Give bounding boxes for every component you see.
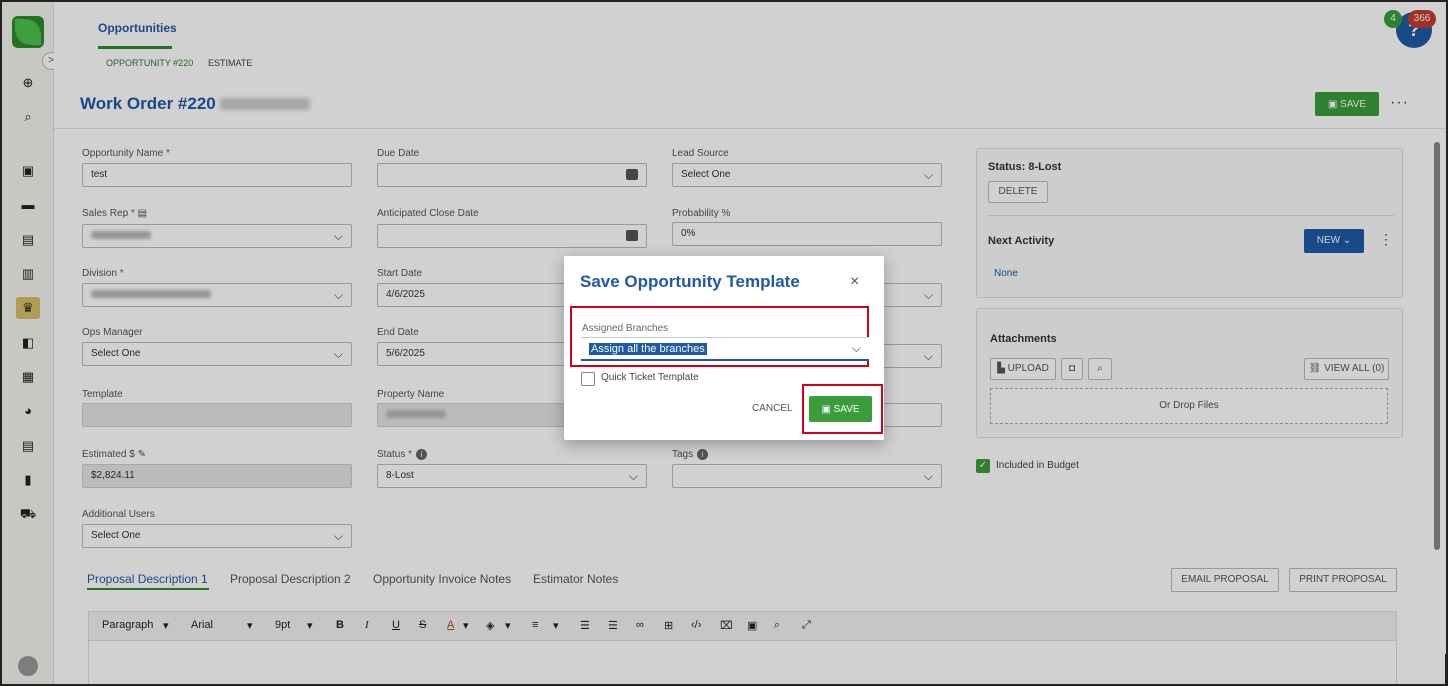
quick-ticket-label: Quick Ticket Template — [601, 372, 699, 383]
dialog-save-button[interactable]: ▣ SAVE — [809, 396, 872, 422]
quick-ticket-checkbox[interactable] — [581, 372, 595, 386]
window-edge — [1445, 654, 1446, 684]
cancel-button[interactable]: CANCEL — [752, 403, 793, 414]
assigned-branches-value: Assign all the branches — [589, 343, 707, 355]
save-icon: ▣ — [821, 403, 834, 415]
chevron-down-icon: ⌵ — [851, 341, 861, 355]
dialog-title: Save Opportunity Template — [580, 272, 800, 291]
close-icon[interactable]: × — [850, 273, 859, 291]
assigned-branches-label: Assigned Branches — [582, 323, 669, 334]
save-template-dialog: Save Opportunity Template × Assigned Bra… — [564, 256, 884, 440]
app-window: > ⊕ ⌕ ▣ ▬ ▤ ▥ ♛ ◧ ▦ ◕ ▤ ▮ ⛟ Opportunitie… — [0, 0, 1448, 686]
assigned-branches-select[interactable]: Assign all the branches ⌵ — [581, 337, 869, 361]
